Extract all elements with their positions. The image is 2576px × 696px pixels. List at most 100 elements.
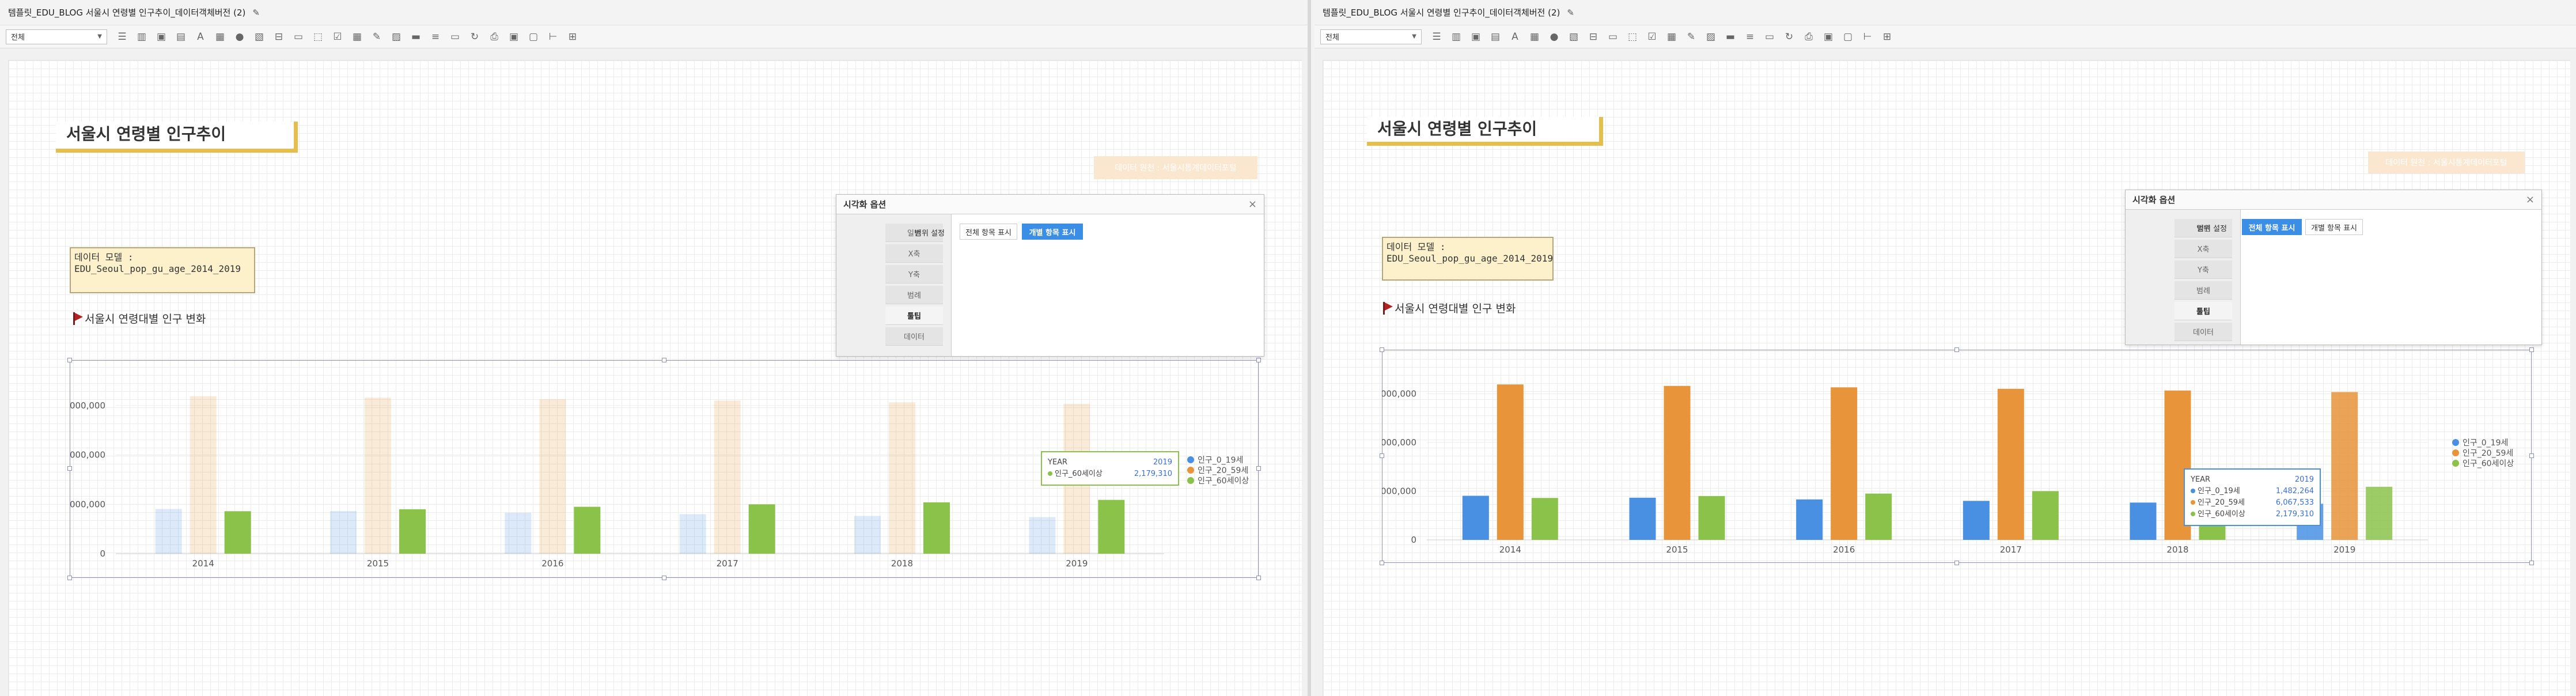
legend-label[interactable]: 인구_0_19세 [1198,456,1243,465]
bar-인구_20_59세-2017[interactable] [714,400,741,554]
dialog-tab[interactable]: 범례 [2175,281,2232,300]
bar-인구_20_59세-2014[interactable] [190,396,217,554]
bar-인구_0_19세-2018[interactable] [2130,502,2157,540]
design-canvas[interactable]: 서울시 연령별 인구추이 데이터 원천 : 서울시통계데이터포털 데이터 모델 … [8,60,1302,696]
bar-인구_0_19세-2016[interactable] [1796,499,1823,540]
population-bar-chart[interactable]: 0 2,000,000 4,000,000 6,000,000 2014 2015 2016… [1382,350,2532,563]
input-icon[interactable]: ⊟ [1586,30,1600,44]
show-individual-items-button[interactable]: 개별 항목 표시 [2305,219,2363,235]
bar-인구_60세이상-2019[interactable] [1098,500,1125,554]
scope-select[interactable]: 전체 ▼ [1320,29,1422,44]
legend-label[interactable]: 인구_20_59세 [2463,449,2513,458]
bar-인구_20_59세-2018[interactable] [889,402,915,554]
show-individual-items-button[interactable]: 개별 항목 표시 [1022,224,1083,240]
legend-label[interactable]: 인구_60세이상 [1198,476,1249,486]
bar-인구_0_19세-2016[interactable] [505,512,532,554]
calendar-icon[interactable]: ▦ [1665,30,1679,44]
bar-인구_0_19세-2019[interactable] [1029,517,1056,554]
legend-label[interactable]: 인구_60세이상 [2463,459,2514,468]
bar-인구_60세이상-2019[interactable] [2366,486,2393,540]
list2-icon[interactable]: ≡ [429,30,442,44]
dialog-tab[interactable]: X축 [2175,240,2232,258]
dialog-tab[interactable]: 데이터 [2175,323,2232,341]
bar-인구_60세이상-2015[interactable] [1698,495,1725,540]
bar-인구_20_59세-2015[interactable] [365,398,391,554]
picture-icon[interactable]: ▨ [389,30,403,44]
bar-인구_60세이상-2018[interactable] [923,502,950,554]
bar-인구_60세이상-2017[interactable] [748,504,775,554]
refresh-icon[interactable]: ↻ [468,30,482,44]
folder-icon[interactable]: ▬ [1723,30,1737,44]
list2-icon[interactable]: ≡ [1743,30,1757,44]
card-icon[interactable]: ▤ [174,30,188,44]
bar-인구_0_19세-2017[interactable] [679,514,706,554]
legend-label[interactable]: 인구_20_59세 [1198,466,1248,475]
close-icon[interactable]: × [1248,198,1257,210]
checkbox-icon[interactable]: ☑ [331,30,344,44]
input-icon[interactable]: ⊟ [272,30,286,44]
edit-icon[interactable]: ✎ [370,30,384,44]
bar-인구_0_19세-2017[interactable] [1963,501,1990,540]
bar-인구_60세이상-2016[interactable] [1865,493,1892,540]
dialog-tab[interactable]: 범례 [885,286,943,304]
grid-icon[interactable]: ▦ [213,30,227,44]
data-source-button[interactable]: 데이터 원천 : 서울시통계데이터포털 [2368,152,2525,173]
bar-인구_0_19세-2018[interactable] [854,516,881,554]
bar-인구_20_59세-2016[interactable] [539,399,566,554]
bar-chart-icon[interactable]: ▥ [135,30,149,44]
add-icon[interactable]: ⊞ [566,30,579,44]
list-icon[interactable]: ☰ [1430,30,1444,44]
bar-인구_20_59세-2019[interactable] [2331,392,2358,540]
textarea-icon[interactable]: ▭ [291,30,305,44]
grid-icon[interactable]: ▦ [1528,30,1541,44]
frame-icon[interactable]: ▣ [1821,30,1835,44]
dialog-tab[interactable]: X축 [885,244,943,263]
dialog-tab[interactable]: Y축 [2175,260,2232,279]
circle-icon[interactable]: ● [1547,30,1561,44]
print-icon[interactable]: ⎙ [487,30,501,44]
textarea-icon[interactable]: ▭ [1606,30,1620,44]
bar-인구_60세이상-2017[interactable] [2032,491,2059,540]
bar-인구_0_19세-2014[interactable] [155,509,182,554]
checkbox-icon[interactable]: ☑ [1645,30,1659,44]
stack-icon[interactable]: ▣ [1469,30,1483,44]
frame-icon[interactable]: ▣ [507,30,521,44]
card-icon[interactable]: ▤ [1488,30,1502,44]
slider-icon[interactable]: ⊢ [546,30,560,44]
media-icon[interactable]: ▢ [526,30,540,44]
bar-chart-icon[interactable]: ▥ [1449,30,1463,44]
button-icon[interactable]: ⬚ [311,30,325,44]
bar-인구_0_19세-2015[interactable] [330,510,357,554]
slider-icon[interactable]: ⊢ [1861,30,1874,44]
add-icon[interactable]: ⊞ [1880,30,1894,44]
bar-인구_60세이상-2016[interactable] [574,506,601,554]
show-all-items-button[interactable]: 전체 항목 표시 [960,224,1017,240]
bar-인구_60세이상-2015[interactable] [399,509,426,554]
close-icon[interactable]: × [2526,194,2535,206]
dialog-tab[interactable]: 데이터 [885,327,943,346]
design-canvas[interactable]: 서울시 연령별 인구추이 데이터 원천 : 서울시통계데이터포털 데이터 모델 … [1323,60,2570,696]
table-icon[interactable]: ▭ [448,30,462,44]
image-icon[interactable]: ▧ [252,30,266,44]
bar-인구_20_59세-2015[interactable] [1664,385,1691,540]
edit-title-pencil-icon[interactable]: ✎ [1567,7,1574,18]
edit-title-pencil-icon[interactable]: ✎ [252,7,260,18]
media-icon[interactable]: ▢ [1841,30,1855,44]
bar-인구_60세이상-2014[interactable] [1531,498,1558,540]
folder-icon[interactable]: ▬ [409,30,423,44]
calendar-icon[interactable]: ▦ [350,30,364,44]
data-source-button[interactable]: 데이터 원천 : 서울시통계데이터포털 [1094,156,1257,179]
image-icon[interactable]: ▧ [1567,30,1581,44]
legend-label[interactable]: 인구_0_19세 [2463,438,2508,448]
bar-인구_0_19세-2014[interactable] [1462,495,1489,540]
dialog-tab[interactable]: 툴팁 [2175,302,2232,320]
circle-icon[interactable]: ● [233,30,247,44]
picture-icon[interactable]: ▨ [1704,30,1718,44]
scope-select[interactable]: 전체 ▼ [6,29,107,44]
bar-인구_60세이상-2014[interactable] [224,511,251,554]
bar-인구_20_59세-2016[interactable] [1831,387,1858,540]
button-icon[interactable]: ⬚ [1626,30,1639,44]
text-icon[interactable]: A [194,30,207,44]
bar-인구_20_59세-2014[interactable] [1497,384,1524,540]
print-icon[interactable]: ⎙ [1802,30,1816,44]
